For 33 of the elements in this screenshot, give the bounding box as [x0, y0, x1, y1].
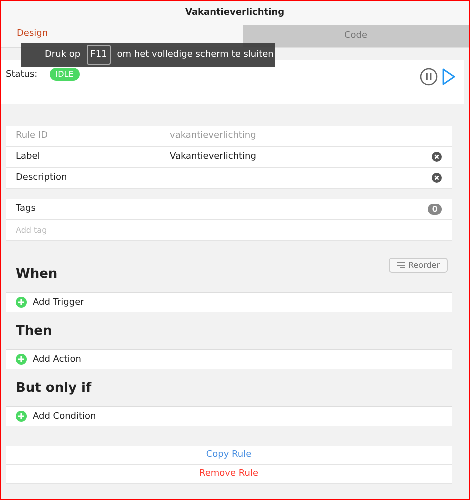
- play-button[interactable]: [440, 68, 458, 86]
- section-heading: When: [15, 266, 59, 284]
- pause-icon: [420, 68, 438, 86]
- list-icon: [396, 262, 405, 269]
- field-label: Description: [16, 173, 68, 183]
- tab[interactable]: Code: [243, 25, 469, 47]
- add-icon: [16, 297, 27, 308]
- status-badge: IDLE: [50, 68, 80, 81]
- add-row[interactable]: Add Condition: [6, 406, 452, 426]
- notice-text: om het volledige scherm te sluiten: [117, 50, 274, 60]
- add-icon: [16, 354, 27, 365]
- section-heading: But only if: [15, 380, 93, 398]
- add-label: Add Trigger: [33, 298, 84, 308]
- notice-text: Druk op: [45, 50, 81, 60]
- add-icon: [16, 411, 27, 422]
- add-label: Add Condition: [33, 412, 96, 422]
- add-row[interactable]: Add Trigger: [6, 292, 452, 312]
- tags-label: Tags: [16, 204, 37, 214]
- status-label: Status:: [6, 70, 38, 80]
- play-icon: [442, 68, 456, 86]
- window-title: Vakantieverlichting: [185, 8, 285, 18]
- add-label: Add Action: [33, 354, 82, 364]
- field-label: Rule ID: [16, 131, 50, 141]
- pause-button[interactable]: [418, 68, 440, 86]
- input-field[interactable]: Vakantieverlichting: [170, 152, 432, 162]
- tag-count-badge: 0: [428, 204, 442, 214]
- reorder-button[interactable]: Reorder: [388, 258, 448, 273]
- section-heading: Then: [15, 323, 54, 341]
- clear-icon[interactable]: [432, 152, 442, 162]
- clear-icon[interactable]: [432, 173, 442, 183]
- key-label: F11: [86, 45, 112, 65]
- field-label: Label: [16, 152, 42, 162]
- add-row[interactable]: Add Action: [6, 349, 452, 369]
